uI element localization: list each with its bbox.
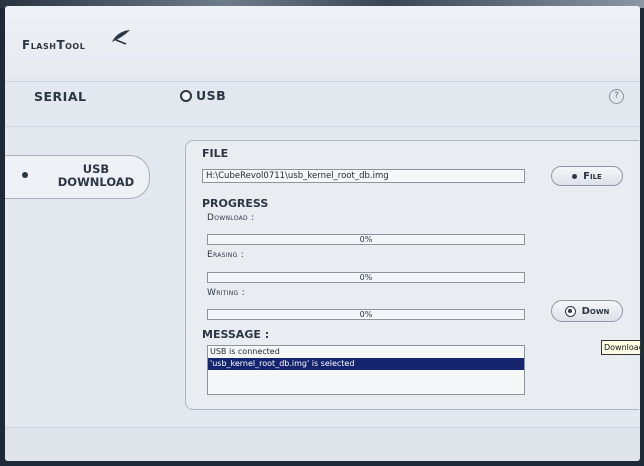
download-label: Download : bbox=[207, 213, 255, 223]
status-band bbox=[5, 427, 640, 461]
download-progress-bar: 0% bbox=[207, 234, 525, 245]
help-circle-icon[interactable]: ? bbox=[609, 89, 624, 104]
progress-heading: PROGRESS bbox=[202, 197, 269, 210]
file-path-field[interactable]: H:\CubeRevol0711\usb_kernel_root_db.img bbox=[202, 169, 525, 183]
mode-band bbox=[5, 82, 640, 127]
button-dot-icon bbox=[572, 173, 578, 179]
sidebar-label-line-2: DOWNLOAD bbox=[57, 175, 135, 189]
usb-mode-label: USB bbox=[196, 88, 227, 103]
message-heading: MESSAGE : bbox=[202, 328, 270, 341]
download-tooltip: Download bbox=[601, 340, 641, 355]
writing-percent: 0% bbox=[359, 310, 373, 319]
sidebar-item-label: USB DOWNLOAD bbox=[53, 163, 139, 189]
down-button[interactable]: Down bbox=[551, 300, 623, 322]
usb-radio-button[interactable] bbox=[180, 89, 192, 102]
erasing-percent: 0% bbox=[359, 273, 373, 282]
message-line-selected: 'usb_kernel_root_db.img' is selected bbox=[208, 358, 524, 370]
active-indicator-dot bbox=[22, 172, 28, 178]
sidebar-item-usb-download[interactable]: USB DOWNLOAD bbox=[5, 155, 150, 199]
message-line: USB is connected bbox=[210, 347, 280, 356]
app-title: FlashTool bbox=[22, 38, 86, 52]
writing-label: Writing : bbox=[207, 288, 246, 298]
radio-target-icon bbox=[564, 305, 576, 317]
feather-pen-icon bbox=[112, 30, 130, 45]
message-log[interactable]: USB is connected 'usb_kernel_root_db.img… bbox=[207, 345, 525, 395]
serial-mode-option[interactable]: SERIAL bbox=[34, 89, 86, 104]
file-button-label: File bbox=[583, 170, 602, 182]
erasing-label: Erasing : bbox=[207, 250, 245, 260]
usb-mode-option[interactable]: USB bbox=[180, 88, 226, 103]
erasing-progress-bar: 0% bbox=[207, 272, 525, 283]
file-heading: FILE bbox=[202, 147, 229, 160]
down-button-label: Down bbox=[581, 305, 610, 317]
file-button[interactable]: File bbox=[551, 166, 623, 186]
download-percent: 0% bbox=[359, 235, 373, 244]
title-band bbox=[5, 6, 640, 82]
writing-progress-bar: 0% bbox=[207, 309, 525, 320]
